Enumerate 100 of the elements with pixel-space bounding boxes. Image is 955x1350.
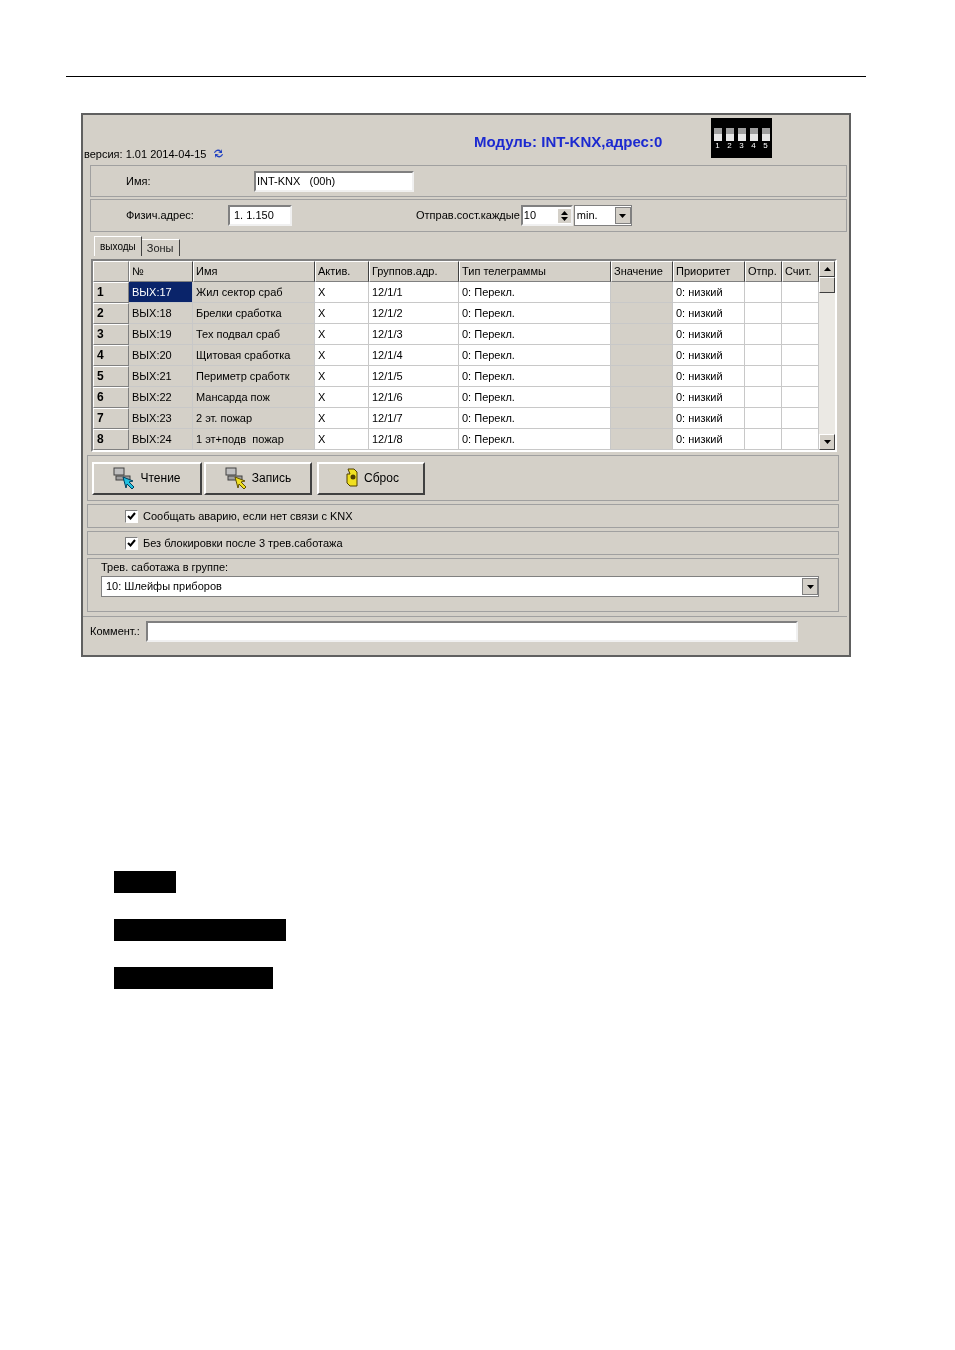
table-cell: 12/1/4 — [369, 345, 459, 366]
switch-number: 1 — [715, 141, 720, 151]
table-cell: 0: Перекл. — [459, 303, 611, 324]
column-header[interactable]: Значение — [611, 261, 673, 282]
table-cell: Периметр сработк — [193, 366, 315, 387]
table-cell: ВЫХ:20 — [129, 345, 193, 366]
address-field[interactable]: 1. 1.150 — [228, 205, 292, 226]
switch-toggle[interactable] — [761, 128, 770, 141]
switch-toggle[interactable] — [713, 128, 722, 141]
scroll-up-icon[interactable] — [819, 261, 835, 277]
table-cell — [782, 387, 819, 408]
column-header[interactable]: Счит. — [782, 261, 819, 282]
table-cell: 12/1/3 — [369, 324, 459, 345]
table-cell: ВЫХ:22 — [129, 387, 193, 408]
column-header[interactable]: Приоритет — [673, 261, 745, 282]
table-cell — [782, 282, 819, 303]
table-cell: X — [315, 408, 369, 429]
field-label: Имя: — [126, 173, 152, 189]
scroll-thumb[interactable] — [819, 277, 835, 293]
switch-number: 2 — [727, 141, 732, 151]
table-cell: 0: Перекл. — [459, 345, 611, 366]
row-header[interactable]: 6 — [93, 387, 129, 408]
table-cell: X — [315, 366, 369, 387]
scrollbar[interactable] — [819, 261, 835, 450]
field-label: Коммент.: — [90, 624, 140, 640]
table-cell — [611, 387, 673, 408]
table-cell: 12/1/7 — [369, 408, 459, 429]
checkbox[interactable] — [125, 509, 138, 523]
comment-field[interactable] — [145, 621, 798, 642]
table-cell: X — [315, 345, 369, 366]
table-cell: X — [315, 429, 369, 450]
table-cell: 0: низкий — [673, 429, 745, 450]
table-cell — [745, 282, 782, 303]
name-field[interactable]: INT-KNX (00h) — [254, 170, 414, 192]
table-cell — [782, 324, 819, 345]
table-cell: 12/1/5 — [369, 366, 459, 387]
table-cell — [611, 429, 673, 450]
field-label: Отправ.сост.каждые — [416, 208, 520, 224]
table-cell: ВЫХ:21 — [129, 366, 193, 387]
table-cell — [745, 366, 782, 387]
table-cell — [611, 345, 673, 366]
table-cell — [745, 324, 782, 345]
column-header[interactable]: Группов.адр. — [369, 261, 459, 282]
table-cell — [611, 303, 673, 324]
row-header[interactable]: 7 — [93, 408, 129, 429]
switch-toggle[interactable] — [725, 128, 734, 141]
group-dropdown[interactable]: 10: Шлейфы приборов — [101, 576, 819, 597]
table-cell: ВЫХ:23 — [129, 408, 193, 429]
table-cell — [611, 366, 673, 387]
table-cell: Брелки сработка — [193, 303, 315, 324]
checkbox[interactable] — [125, 536, 138, 550]
switch-toggle[interactable] — [737, 128, 746, 141]
table-cell — [782, 303, 819, 324]
table-cell — [745, 408, 782, 429]
interval-spinner[interactable]: 10 — [520, 205, 573, 226]
action-button[interactable]: Запись — [204, 461, 312, 495]
table-cell: 0: низкий — [673, 408, 745, 429]
table-cell — [611, 408, 673, 429]
table-cell — [611, 282, 673, 303]
table-cell: X — [315, 324, 369, 345]
table-cell: 0: Перекл. — [459, 282, 611, 303]
table-cell — [611, 324, 673, 345]
switch-toggle[interactable] — [749, 128, 758, 141]
field-label: Физич.адрес: — [126, 208, 195, 224]
table-cell: 12/1/2 — [369, 303, 459, 324]
table-cell: 0: Перекл. — [459, 429, 611, 450]
table-cell: 0: низкий — [673, 303, 745, 324]
column-header[interactable]: Имя — [193, 261, 315, 282]
column-header[interactable]: Отпр. — [745, 261, 782, 282]
table-cell: 0: Перекл. — [459, 408, 611, 429]
row-header[interactable]: 4 — [93, 345, 129, 366]
action-button[interactable]: Сброс — [317, 461, 425, 495]
switch-number: 4 — [751, 141, 756, 151]
table-cell: 0: Перекл. — [459, 324, 611, 345]
table-cell: ВЫХ:19 — [129, 324, 193, 345]
tab[interactable]: выходы — [94, 236, 142, 256]
scroll-down-icon[interactable] — [819, 434, 835, 450]
column-header[interactable]: Актив. — [315, 261, 369, 282]
checkbox-label[interactable]: Без блокировки после 3 трев.саботажа — [143, 534, 343, 552]
table-cell: Тех подвал сраб — [193, 324, 315, 345]
table-cell — [782, 345, 819, 366]
unit-dropdown[interactable]: min. — [573, 205, 632, 226]
action-button[interactable]: Чтение — [92, 461, 202, 495]
row-header[interactable]: 5 — [93, 366, 129, 387]
table-cell: Щитовая сработка — [193, 345, 315, 366]
row-header[interactable]: 3 — [93, 324, 129, 345]
table-cell: Мансарда пож — [193, 387, 315, 408]
table-cell — [745, 303, 782, 324]
row-header[interactable]: 2 — [93, 303, 129, 324]
refresh-icon[interactable] — [212, 148, 226, 160]
table-cell — [745, 345, 782, 366]
row-header[interactable]: 1 — [93, 282, 129, 303]
row-header[interactable]: 8 — [93, 429, 129, 450]
tab[interactable]: Зоны — [141, 239, 180, 256]
redaction-bar — [114, 871, 176, 893]
column-header[interactable]: № — [129, 261, 193, 282]
table-cell: 12/1/8 — [369, 429, 459, 450]
switch-number: 3 — [739, 141, 744, 151]
computer-arrow-icon — [224, 467, 249, 489]
column-header[interactable]: Тип телеграммы — [459, 261, 611, 282]
